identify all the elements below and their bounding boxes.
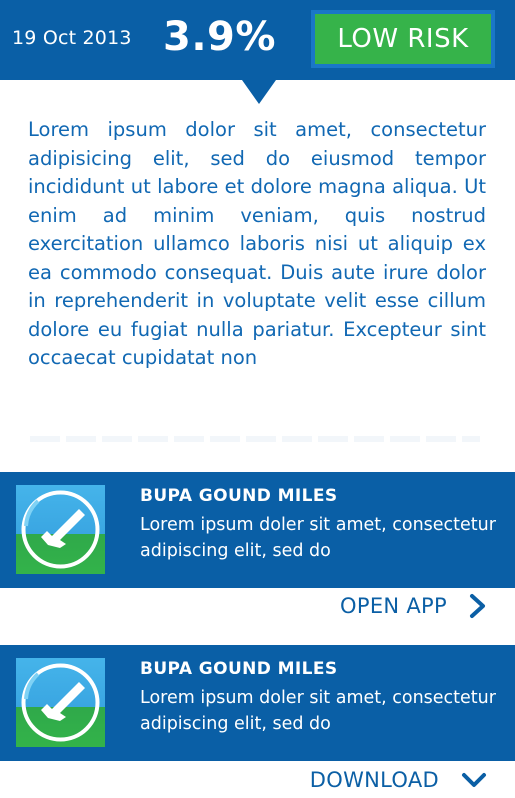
card-title: BUPA GOUND MILES xyxy=(140,659,338,679)
open-app-label: OPEN APP xyxy=(340,594,447,618)
risk-percentage: 3.9% xyxy=(163,14,276,60)
app-card-1[interactable]: BUPA GOUND MILES Lorem ipsum doler sit a… xyxy=(0,472,515,588)
card-description: Lorem ipsum doler sit amet, consectetur … xyxy=(140,688,496,734)
running-shoe-icon xyxy=(16,485,105,574)
running-shoe-icon xyxy=(16,658,105,747)
low-risk-button[interactable]: LOW RISK xyxy=(311,10,495,68)
fade-divider xyxy=(30,436,480,442)
chevron-right-icon xyxy=(469,593,487,619)
open-app-button[interactable]: OPEN APP xyxy=(340,590,487,622)
date-label: 19 Oct 2013 xyxy=(12,27,132,49)
card-description: Lorem ipsum doler sit amet, consectetur … xyxy=(140,515,496,561)
chevron-down-icon xyxy=(461,771,487,789)
app-card-2[interactable]: BUPA GOUND MILES Lorem ipsum doler sit a… xyxy=(0,645,515,761)
download-button[interactable]: DOWNLOAD xyxy=(310,764,487,796)
article-text: Lorem ipsum dolor sit amet, consectetur … xyxy=(28,118,486,369)
risk-label: LOW RISK xyxy=(315,14,491,64)
card-title: BUPA GOUND MILES xyxy=(140,486,338,506)
download-label: DOWNLOAD xyxy=(309,768,439,792)
risk-header: 19 Oct 2013 3.9% LOW RISK xyxy=(0,0,515,80)
header-pointer xyxy=(242,80,276,104)
